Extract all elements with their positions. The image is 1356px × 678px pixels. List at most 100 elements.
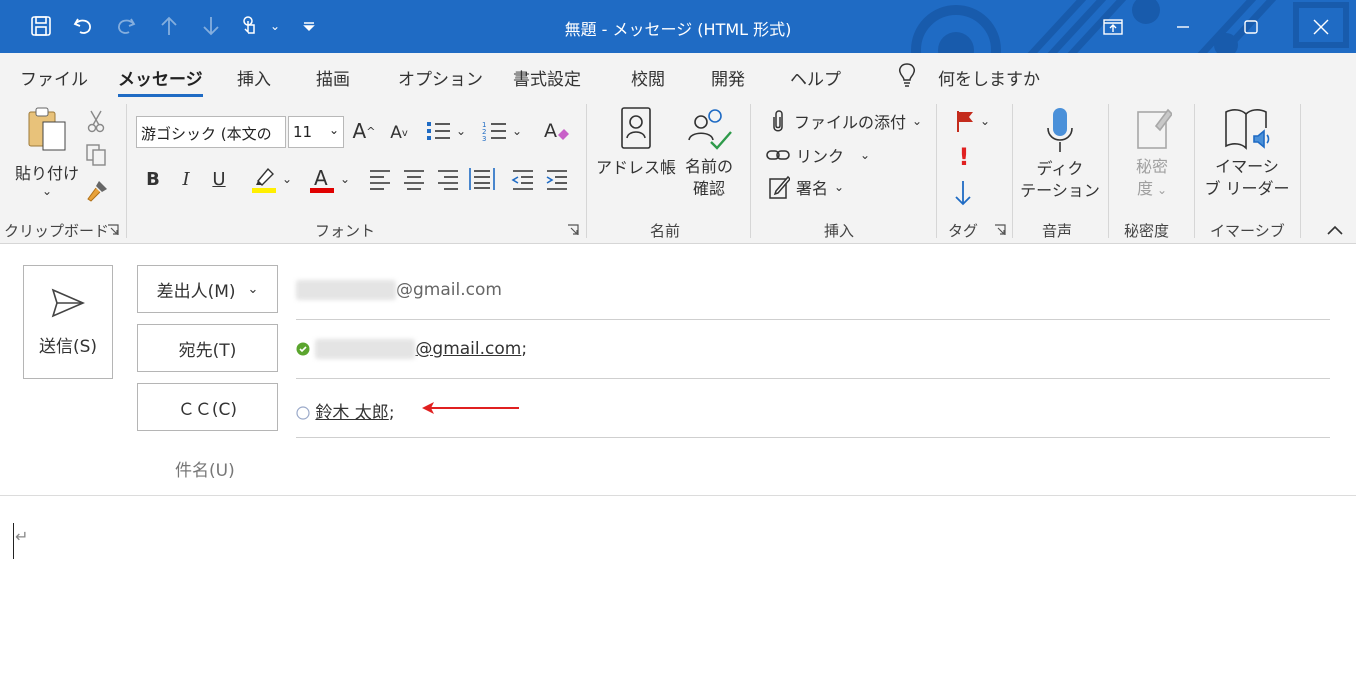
align-left-icon[interactable] <box>366 166 394 192</box>
font-name-combo[interactable]: 游ゴシック (本文の <box>136 116 286 148</box>
font-color-button[interactable]: A ⌄ <box>304 164 354 194</box>
tab-help[interactable]: ヘルプ <box>790 65 841 90</box>
from-button[interactable]: 差出人(M) ⌄ <box>137 265 278 313</box>
attach-file-button[interactable]: ファイルの添付 ⌄ <box>768 108 922 134</box>
microphone-icon <box>1047 108 1073 152</box>
tab-options[interactable]: オプション <box>398 65 483 90</box>
chevron-down-icon[interactable]: ⌄ <box>265 13 285 39</box>
down-arrow-icon[interactable] <box>198 13 224 39</box>
compose-header: 送信(S) 差出人(M) ⌄ @gmail.com 宛先(T) @gmail.co… <box>0 244 1356 496</box>
tab-developer[interactable]: 開発 <box>711 65 745 90</box>
group-label-include: 挿入 <box>824 222 855 240</box>
send-button[interactable]: 送信(S) <box>23 265 113 379</box>
from-field[interactable]: @gmail.com <box>296 280 502 300</box>
check-names-label-2: 確認 <box>692 179 725 198</box>
grow-font-icon[interactable]: A ^ <box>351 118 377 144</box>
italic-button[interactable]: I <box>173 166 199 192</box>
up-arrow-icon[interactable] <box>156 13 182 39</box>
sensitivity-label-1: 秘密 <box>1135 157 1168 176</box>
check-names-button[interactable]: 名前の 確認 <box>678 106 740 206</box>
immersive-reader-icon <box>1225 109 1270 150</box>
link-button[interactable]: リンク ⌄ <box>766 142 870 168</box>
window-title: 無題 - メッセージ (HTML 形式) <box>564 20 792 39</box>
attach-file-label: ファイルの添付 <box>794 113 907 132</box>
highlight-color-button[interactable]: ⌄ <box>246 164 296 194</box>
sensitivity-label-2: 度 ⌄ <box>1136 179 1168 198</box>
align-right-icon[interactable] <box>434 166 462 192</box>
address-book-button[interactable]: アドレス帳 <box>596 106 676 206</box>
sensitivity-button[interactable]: 秘密 度 ⌄ <box>1116 106 1188 206</box>
ribbon: 貼り付け ⌄ クリップボード 游ゴシック (本文の 11 ⌄ A ^ Av ⌄ 12… <box>0 98 1356 244</box>
paste-button[interactable]: 貼り付け ⌄ <box>12 106 82 214</box>
high-importance-icon[interactable]: ! <box>953 142 975 172</box>
dialog-launcher-icon[interactable] <box>994 224 1006 236</box>
close-icon[interactable] <box>1298 0 1344 53</box>
cc-recipient[interactable]: 鈴木 太郎 <box>315 403 388 423</box>
tell-me-search[interactable]: 何をしますか <box>938 65 1040 90</box>
dialog-launcher-icon[interactable] <box>107 224 119 236</box>
maximize-icon[interactable] <box>1228 0 1274 53</box>
dialog-launcher-icon[interactable] <box>567 224 579 236</box>
to-field[interactable]: @gmail.com; <box>296 339 527 359</box>
shrink-font-icon[interactable]: Av <box>386 120 412 146</box>
redo-icon[interactable] <box>113 13 139 39</box>
paste-icon <box>28 107 66 151</box>
bold-button[interactable]: B <box>140 166 166 192</box>
svg-text:A: A <box>314 166 328 190</box>
format-painter-icon[interactable] <box>84 178 110 204</box>
to-button[interactable]: 宛先(T) <box>137 324 278 372</box>
group-label-font: フォント <box>315 222 376 240</box>
tab-insert[interactable]: 挿入 <box>237 65 271 90</box>
restore-window-icon[interactable] <box>1090 0 1136 53</box>
immersive-reader-button[interactable]: イマーシ ブ リーダー <box>1200 106 1294 206</box>
group-label-names: 名前 <box>650 222 681 240</box>
touch-mode-icon[interactable] <box>237 13 263 39</box>
cut-icon[interactable] <box>84 108 108 134</box>
copy-icon[interactable] <box>84 142 108 168</box>
tab-message[interactable]: メッセージ <box>118 65 203 97</box>
chevron-down-icon: ⌄ <box>247 281 259 297</box>
tab-review[interactable]: 校閲 <box>631 65 665 90</box>
font-size-combo[interactable]: 11 ⌄ <box>288 116 344 148</box>
underline-button[interactable]: U <box>206 166 232 192</box>
text-cursor <box>13 523 14 559</box>
cc-field[interactable]: 鈴木 太郎; <box>296 398 395 423</box>
address-book-label: アドレス帳 <box>596 158 677 177</box>
low-importance-icon[interactable] <box>952 178 974 208</box>
tab-format-text[interactable]: 書式設定 <box>513 65 581 90</box>
redacted-text <box>315 339 416 359</box>
tab-draw[interactable]: 描画 <box>316 65 350 90</box>
align-center-icon[interactable] <box>400 166 428 192</box>
clear-formatting-icon[interactable]: A <box>542 118 572 144</box>
group-label-clipboard: クリップボード <box>4 222 110 240</box>
from-value: @gmail.com <box>396 280 502 300</box>
tab-file[interactable]: ファイル <box>20 65 88 90</box>
lightbulb-icon[interactable] <box>894 61 920 89</box>
check-names-label-1: 名前の <box>684 157 733 176</box>
group-label-immersive: イマーシブ <box>1210 222 1285 240</box>
justify-icon[interactable] <box>468 166 496 192</box>
undo-icon[interactable] <box>70 13 96 39</box>
to-label: 宛先(T) <box>178 340 237 361</box>
signature-button[interactable]: 署名 ⌄ <box>768 174 844 200</box>
subject-input[interactable] <box>296 444 1330 488</box>
chevron-down-icon: ⌄ <box>328 123 339 137</box>
chevron-down-icon: ⌄ <box>41 184 53 198</box>
decrease-indent-icon[interactable] <box>509 166 537 192</box>
increase-indent-icon[interactable] <box>543 166 571 192</box>
customize-qat-icon[interactable] <box>298 13 320 39</box>
collapse-ribbon-icon[interactable] <box>1322 220 1348 240</box>
minimize-icon[interactable] <box>1160 0 1206 53</box>
message-body[interactable]: ↵ <box>0 497 1356 678</box>
to-recipient[interactable]: @gmail.com <box>415 339 521 359</box>
group-label-voice: 音声 <box>1042 222 1073 240</box>
cc-button[interactable]: ＣＣ(C) <box>137 383 278 431</box>
signature-label: 署名 <box>796 179 829 198</box>
dictate-label-2: テーション <box>1020 181 1100 200</box>
save-icon[interactable] <box>28 13 54 39</box>
dictate-button[interactable]: ディク テーション <box>1020 106 1100 206</box>
from-label: 差出人(M) <box>156 281 236 302</box>
bullets-icon[interactable]: ⌄ <box>424 118 468 144</box>
follow-up-flag-icon[interactable]: ⌄ <box>950 108 994 134</box>
numbering-icon[interactable]: 1 2 3 ⌄ <box>480 118 524 144</box>
